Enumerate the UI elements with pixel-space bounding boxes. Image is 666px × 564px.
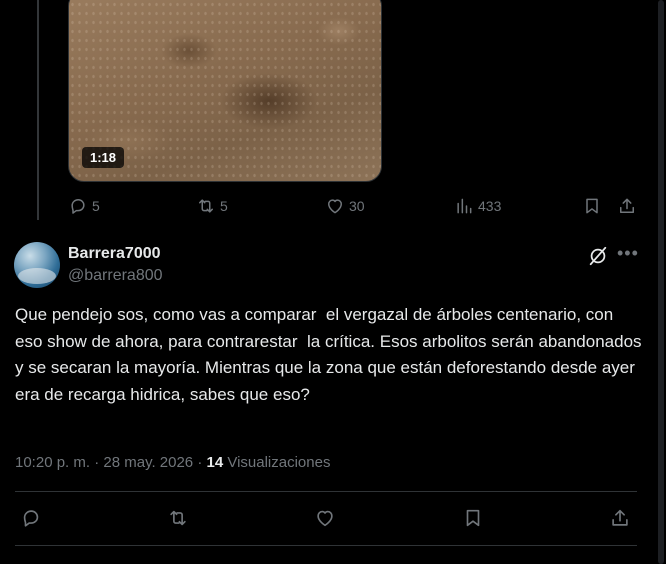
- share-button[interactable]: [617, 196, 637, 216]
- repost-count: 5: [220, 198, 228, 214]
- tweet-meta: 10:20 p. m. · 28 may. 2026 · 14 Visualiz…: [15, 454, 330, 471]
- tweet-timestamp[interactable]: 10:20 p. m. · 28 may. 2026 ·: [15, 454, 206, 471]
- views-label: Visualizaciones: [227, 454, 331, 471]
- previous-tweet-action-bar: 5 5 30 433: [60, 196, 650, 220]
- video-thumbnail[interactable]: 1:18: [68, 0, 382, 182]
- views-icon: [457, 198, 472, 214]
- bookmark-button[interactable]: [582, 196, 602, 216]
- tweet-action-bar: [0, 507, 666, 531]
- more-options-button[interactable]: •••: [617, 243, 639, 264]
- like-count: 30: [349, 198, 365, 214]
- repost-icon: [199, 199, 213, 213]
- grok-icon: [589, 246, 607, 266]
- share-icon: [620, 198, 634, 213]
- bookmark-button[interactable]: [462, 507, 484, 534]
- user-handle[interactable]: @barrera800: [68, 267, 163, 285]
- bookmark-icon: [466, 509, 480, 527]
- reply-icon: [71, 199, 85, 214]
- views-button[interactable]: 433: [454, 196, 501, 216]
- scrollbar-thumb[interactable]: [658, 0, 664, 564]
- reply-button[interactable]: 5: [68, 196, 100, 216]
- like-icon: [328, 199, 342, 214]
- reply-count: 5: [92, 198, 100, 214]
- video-duration-badge: 1:18: [82, 147, 125, 168]
- avatar[interactable]: [14, 242, 60, 288]
- share-button[interactable]: [609, 507, 631, 534]
- divider: [15, 491, 637, 492]
- share-icon: [612, 509, 628, 526]
- views-total: 14: [206, 454, 224, 471]
- repost-icon: [170, 510, 186, 526]
- views-count: 433: [478, 198, 502, 214]
- ellipsis-icon: •••: [617, 243, 639, 263]
- divider: [15, 545, 637, 546]
- bookmark-icon: [586, 198, 598, 214]
- like-button[interactable]: [314, 507, 336, 534]
- grok-button[interactable]: [587, 245, 609, 267]
- reply-button[interactable]: [20, 507, 42, 534]
- like-icon: [317, 510, 333, 527]
- thread-connector-line: [37, 0, 39, 220]
- display-name[interactable]: Barrera7000: [68, 245, 161, 263]
- tweet-text: Que pendejo sos, como vas a comparar el …: [15, 305, 647, 404]
- reply-icon: [23, 510, 39, 527]
- repost-button[interactable]: 5: [196, 196, 228, 216]
- like-button[interactable]: 30: [325, 196, 365, 216]
- repost-button[interactable]: [167, 507, 189, 534]
